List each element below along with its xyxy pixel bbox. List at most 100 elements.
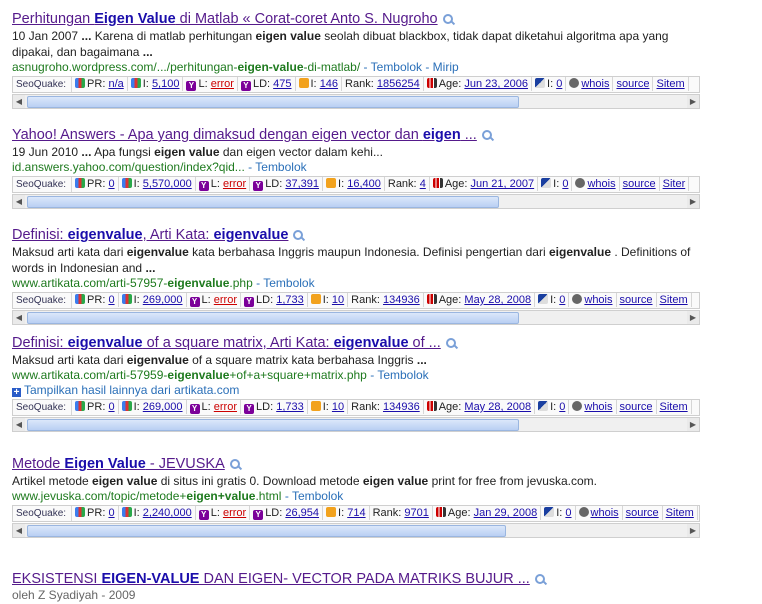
metric-value-link[interactable]: May 28, 2008 bbox=[464, 401, 531, 413]
metric-value-link[interactable]: Jun 23, 2006 bbox=[464, 78, 528, 90]
whois-link[interactable]: whois bbox=[591, 507, 619, 519]
cache-link[interactable]: Tembolok bbox=[292, 489, 343, 503]
metric-value-link[interactable]: Jan 29, 2008 bbox=[474, 507, 538, 519]
scroll-right-arrow-icon[interactable]: ▶ bbox=[687, 524, 699, 537]
rank-value-link[interactable]: 1856254 bbox=[377, 78, 420, 90]
metric-value-link[interactable]: 1,733 bbox=[276, 294, 304, 306]
metric-value-link[interactable]: 1,733 bbox=[276, 401, 304, 413]
cache-link[interactable]: Tembolok bbox=[255, 160, 306, 174]
result-title-link[interactable]: Definisi: eigenvalue, Arti Kata: eigenva… bbox=[12, 226, 700, 244]
scroll-left-arrow-icon[interactable]: ◀ bbox=[13, 311, 25, 324]
metric-value-link[interactable]: error bbox=[223, 507, 246, 519]
scrollbar-thumb[interactable] bbox=[27, 525, 506, 537]
metric-value-link[interactable]: Jun 21, 2007 bbox=[471, 178, 535, 190]
scrollbar-thumb[interactable] bbox=[27, 312, 519, 324]
whois-link[interactable]: whois bbox=[587, 178, 615, 190]
horizontal-scrollbar[interactable]: ◀ ▶ bbox=[12, 94, 700, 109]
source-link[interactable]: source bbox=[626, 507, 659, 519]
magnifier-icon[interactable] bbox=[442, 14, 453, 25]
metric-value-link[interactable]: 10 bbox=[332, 294, 344, 306]
horizontal-scrollbar[interactable]: ◀ ▶ bbox=[12, 417, 700, 432]
result-url: www.artikata.com/arti-57959-eigenvalue+o… bbox=[12, 368, 700, 383]
rank-value-link[interactable]: 4 bbox=[420, 178, 426, 190]
source-link[interactable]: source bbox=[620, 401, 653, 413]
cache-link[interactable]: Tembolok bbox=[377, 368, 428, 382]
sitemap-link[interactable]: Sitem bbox=[660, 294, 688, 306]
sitemap-link[interactable]: Sitem bbox=[666, 507, 694, 519]
magnifier-icon[interactable] bbox=[534, 574, 545, 585]
metric-value-link[interactable]: 0 bbox=[556, 78, 562, 90]
result-title-link[interactable]: Metode Eigen Value - JEVUSKA bbox=[12, 455, 700, 473]
metric-value-link[interactable]: 5,570,000 bbox=[143, 178, 192, 190]
metric-value-link[interactable]: 26,954 bbox=[285, 507, 319, 519]
magnifier-icon[interactable] bbox=[481, 130, 492, 141]
result-title-link[interactable]: Yahoo! Answers - Apa yang dimaksud denga… bbox=[12, 126, 700, 144]
metric-value-link[interactable]: 16,400 bbox=[347, 178, 381, 190]
snippet-segment: ... bbox=[416, 353, 427, 367]
scroll-left-arrow-icon[interactable]: ◀ bbox=[13, 195, 25, 208]
metric-value-link[interactable]: 0 bbox=[108, 401, 114, 413]
google-icon bbox=[75, 507, 86, 517]
seoquake-cell: Rank: 134936 bbox=[348, 400, 424, 414]
metric-value-link[interactable]: 2,240,000 bbox=[143, 507, 192, 519]
cache-link[interactable]: Tembolok bbox=[263, 276, 314, 290]
metric-value-link[interactable]: 475 bbox=[273, 78, 291, 90]
rank-value-link[interactable]: 134936 bbox=[383, 401, 420, 413]
scrollbar-thumb[interactable] bbox=[27, 196, 499, 208]
magnifier-icon[interactable] bbox=[293, 230, 304, 241]
metric-value-link[interactable]: 0 bbox=[562, 178, 568, 190]
metric-value-link[interactable]: 0 bbox=[559, 294, 565, 306]
metric-value-link[interactable]: 714 bbox=[347, 507, 365, 519]
metric-value-link[interactable]: 269,000 bbox=[143, 401, 183, 413]
scroll-left-arrow-icon[interactable]: ◀ bbox=[13, 418, 25, 431]
metric-value-link[interactable]: 269,000 bbox=[143, 294, 183, 306]
sitemap-link[interactable]: Siter bbox=[663, 178, 686, 190]
rank-value-link[interactable]: 9701 bbox=[404, 507, 428, 519]
whois-link[interactable]: whois bbox=[581, 78, 609, 90]
horizontal-scrollbar[interactable]: ◀ ▶ bbox=[12, 523, 700, 538]
result-title-link[interactable]: Definisi: eigenvalue of a square matrix,… bbox=[12, 334, 700, 352]
scroll-right-arrow-icon[interactable]: ▶ bbox=[687, 418, 699, 431]
scroll-right-arrow-icon[interactable]: ▶ bbox=[687, 95, 699, 108]
scroll-left-arrow-icon[interactable]: ◀ bbox=[13, 95, 25, 108]
magnifier-icon[interactable] bbox=[229, 459, 240, 470]
metric-value-link[interactable]: 0 bbox=[559, 401, 565, 413]
metric-value-link[interactable]: 37,391 bbox=[285, 178, 319, 190]
sitemap-link[interactable]: Sitem bbox=[660, 401, 688, 413]
scroll-right-arrow-icon[interactable]: ▶ bbox=[687, 311, 699, 324]
metric-value-link[interactable]: May 28, 2008 bbox=[464, 294, 531, 306]
scrollbar-thumb[interactable] bbox=[27, 419, 519, 431]
metric-value-link[interactable]: 5,100 bbox=[152, 78, 180, 90]
horizontal-scrollbar[interactable]: ◀ ▶ bbox=[12, 194, 700, 209]
snippet-segment: kata berbahasa Inggris maupun Indonesia.… bbox=[188, 245, 549, 259]
metric-value-link[interactable]: 0 bbox=[108, 178, 114, 190]
scrollbar-thumb[interactable] bbox=[27, 96, 519, 108]
metric-value-link[interactable]: n/a bbox=[108, 78, 123, 90]
metric-value-link[interactable]: 146 bbox=[320, 78, 338, 90]
cache-link[interactable]: Mirip bbox=[433, 60, 459, 74]
metric-value-link[interactable]: 0 bbox=[108, 507, 114, 519]
metric-value-link[interactable]: error bbox=[223, 178, 246, 190]
metric-value-link[interactable]: error bbox=[214, 401, 237, 413]
metric-value-link[interactable]: 0 bbox=[565, 507, 571, 519]
result-snippet: Maksud arti kata dari eigenvalue kata be… bbox=[12, 244, 700, 276]
metric-value-link[interactable]: 0 bbox=[108, 294, 114, 306]
metric-value-link[interactable]: 10 bbox=[332, 401, 344, 413]
whois-link[interactable]: whois bbox=[584, 401, 612, 413]
sitemap-link[interactable]: Sitem bbox=[656, 78, 684, 90]
scroll-right-arrow-icon[interactable]: ▶ bbox=[687, 195, 699, 208]
metric-value-link[interactable]: error bbox=[214, 294, 237, 306]
source-link[interactable]: source bbox=[620, 294, 653, 306]
metric-value-link[interactable]: error bbox=[211, 78, 234, 90]
horizontal-scrollbar[interactable]: ◀ ▶ bbox=[12, 310, 700, 325]
source-link[interactable]: source bbox=[616, 78, 649, 90]
result-title-link[interactable]: EKSISTENSI EIGEN-VALUE DAN EIGEN- VECTOR… bbox=[12, 570, 700, 588]
cache-link[interactable]: Tembolok bbox=[371, 60, 422, 74]
rank-value-link[interactable]: 134936 bbox=[383, 294, 420, 306]
result-title-link[interactable]: Perhitungan Eigen Value di Matlab « Cora… bbox=[12, 10, 700, 28]
source-link[interactable]: source bbox=[623, 178, 656, 190]
magnifier-icon[interactable] bbox=[445, 338, 456, 349]
more-results-link[interactable]: + Tampilkan hasil lainnya dari artikata.c… bbox=[12, 383, 700, 398]
whois-link[interactable]: whois bbox=[584, 294, 612, 306]
scroll-left-arrow-icon[interactable]: ◀ bbox=[13, 524, 25, 537]
